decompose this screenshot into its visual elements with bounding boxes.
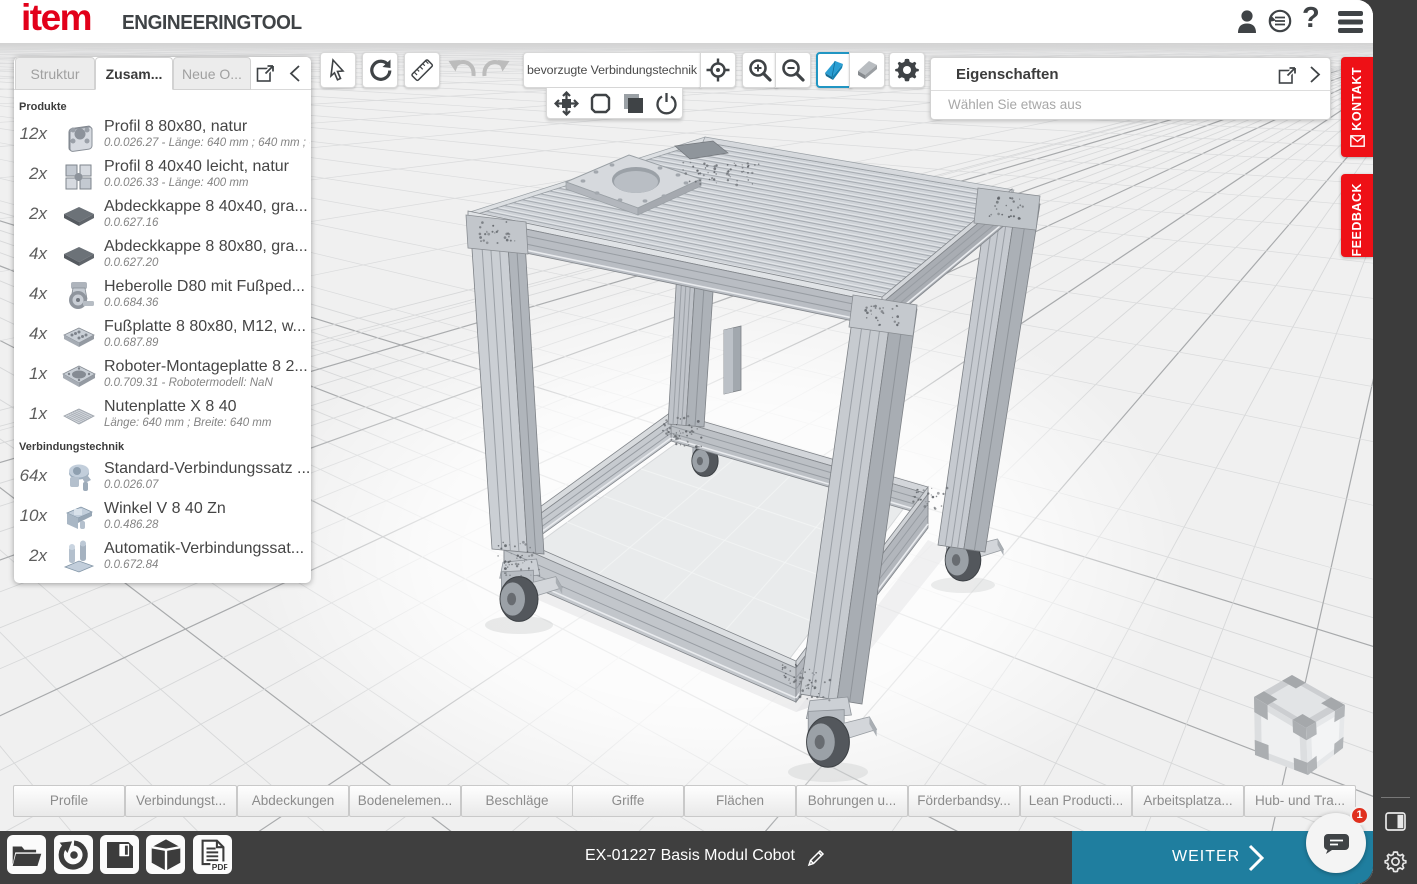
svg-text:PDF: PDF — [211, 861, 227, 870]
